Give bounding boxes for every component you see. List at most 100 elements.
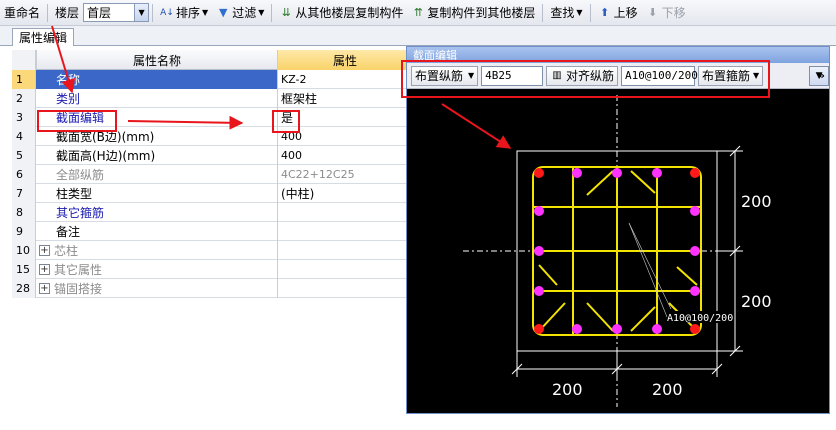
property-name: 其它箍筋 xyxy=(36,203,278,222)
long-bar-input[interactable]: 4B25 xyxy=(481,65,543,86)
header-corner xyxy=(12,50,36,70)
property-name: 截面高(H边)(mm) xyxy=(36,146,278,165)
table-row[interactable]: 1 名称 KZ-2 xyxy=(12,70,412,89)
section-drawing[interactable]: A10@100/200 200 200 200 200 xyxy=(407,89,829,413)
chevron-down-icon: ▼ xyxy=(202,8,209,17)
table-row[interactable]: 2 类别 框架柱 xyxy=(12,89,412,108)
table-row[interactable]: 10 + 芯柱 xyxy=(12,241,412,260)
stirrup-hook xyxy=(630,170,656,194)
table-row[interactable]: 8 其它箍筋 xyxy=(12,203,412,222)
find-button[interactable]: 查找 ▼ xyxy=(546,2,586,24)
move-up-button[interactable]: ⬆ 上移 xyxy=(594,2,642,24)
copy-to-floor-button[interactable]: ⇈ 复制构件到其他楼层 xyxy=(407,2,539,24)
property-value[interactable] xyxy=(278,279,412,298)
row-number: 10 xyxy=(12,241,36,260)
property-value[interactable] xyxy=(278,260,412,279)
property-value[interactable]: 是 xyxy=(278,108,412,127)
corner-bar xyxy=(690,324,700,334)
move-down-button[interactable]: ⬇ 下移 xyxy=(642,2,690,24)
toolbar-separator xyxy=(589,3,591,22)
property-value[interactable] xyxy=(278,241,412,260)
dim-label-bottom-left: 200 xyxy=(552,380,583,399)
main-toolbar: 重命名 楼层 首层 ▼ A↓ 排序 ▼ ▼ 过滤 ▼ ⇊ 从其他楼层复制构件 ⇈ 复… xyxy=(0,0,836,26)
place-long-bar-button[interactable]: 布置纵筋 ▼ xyxy=(411,65,479,86)
floor-label: 楼层 xyxy=(55,6,80,20)
expand-plus-icon[interactable]: + xyxy=(39,283,50,294)
side-bar xyxy=(690,206,700,216)
leader-line xyxy=(628,222,672,310)
property-name: + 锚固搭接 xyxy=(36,279,278,298)
row-number: 3 xyxy=(12,108,36,127)
column-header-value: 属性 xyxy=(278,50,412,70)
side-bar xyxy=(690,246,700,256)
row-number: 7 xyxy=(12,184,36,203)
table-row[interactable]: 6 全部纵筋 4C22+12C25 xyxy=(12,165,412,184)
stirrup-hook xyxy=(586,170,614,196)
table-row[interactable]: 15 + 其它属性 xyxy=(12,260,412,279)
place-stirrup-button[interactable]: 布置箍筋 ▼ xyxy=(698,65,764,86)
row-number: 2 xyxy=(12,89,36,108)
stirrup-hook xyxy=(676,266,698,286)
property-value[interactable]: (中柱) xyxy=(278,184,412,203)
stirrup-hook xyxy=(538,264,558,286)
expand-plus-icon[interactable]: + xyxy=(39,264,50,275)
property-value[interactable]: 400 xyxy=(278,127,412,146)
toolbar-separator xyxy=(47,3,49,22)
stirrup-group xyxy=(532,166,702,336)
table-row[interactable]: 3 截面编辑 是 xyxy=(12,108,412,127)
side-bar xyxy=(572,324,582,334)
floor-select[interactable]: 首层 ▼ xyxy=(83,3,150,22)
toolbar-separator xyxy=(542,3,544,22)
row-number: 5 xyxy=(12,146,36,165)
table-row[interactable]: 7 柱类型 (中柱) xyxy=(12,184,412,203)
dim-label-bottom-right: 200 xyxy=(652,380,683,399)
sort-az-icon: A↓ xyxy=(160,7,174,18)
chevron-down-icon: ▼ xyxy=(753,71,760,80)
property-value[interactable]: 4C22+12C25 xyxy=(278,165,412,184)
side-bar xyxy=(534,286,544,296)
property-name: 备注 xyxy=(36,222,278,241)
property-value[interactable]: 框架柱 xyxy=(278,89,412,108)
property-name: 截面宽(B边)(mm) xyxy=(36,127,278,146)
copy-to-icon: ⇈ xyxy=(413,6,423,19)
tab-property-edit[interactable]: 属性编辑 xyxy=(12,28,74,46)
expand-plus-icon[interactable]: + xyxy=(39,245,50,256)
table-row[interactable]: 9 备注 xyxy=(12,222,412,241)
editor-toolbar: 布置纵筋 ▼ 4B25 ▥ 对齐纵筋 A10@100/200 布置箍筋 ▼ ▼ xyxy=(407,63,829,89)
side-bar xyxy=(534,246,544,256)
chevron-down-icon: ▼ xyxy=(468,71,475,80)
section-editor-window: 截面编辑 布置纵筋 ▼ 4B25 ▥ 对齐纵筋 A10@100/200 布置箍筋… xyxy=(406,46,830,414)
property-name: + 芯柱 xyxy=(36,241,278,260)
copy-from-floor-button[interactable]: ⇊ 从其他楼层复制构件 xyxy=(275,2,407,24)
chevron-down-icon: ▼ xyxy=(576,8,583,17)
align-long-bar-button[interactable]: ▥ 对齐纵筋 xyxy=(545,65,618,86)
table-row[interactable]: 28 + 锚固搭接 xyxy=(12,279,412,298)
more-icon[interactable]: » xyxy=(818,69,825,82)
property-value[interactable] xyxy=(278,222,412,241)
stirrup-type-select[interactable] xyxy=(766,66,806,86)
side-bar xyxy=(690,286,700,296)
filter-icon: ▼ xyxy=(218,6,228,19)
property-value[interactable]: 400 xyxy=(278,146,412,165)
row-number: 15 xyxy=(12,260,36,279)
stirrup-label: A10@100/200 xyxy=(667,313,733,324)
property-name: 类别 xyxy=(36,89,278,108)
filter-button[interactable]: ▼ 过滤 ▼ xyxy=(212,2,268,24)
table-row[interactable]: 5 截面高(H边)(mm) 400 xyxy=(12,146,412,165)
grid-header: 属性名称 属性 xyxy=(12,50,412,70)
property-value[interactable] xyxy=(278,203,412,222)
leader-line xyxy=(628,222,668,318)
side-bar xyxy=(572,168,582,178)
side-bar xyxy=(612,168,622,178)
rename-button[interactable]: 重命名 xyxy=(0,2,44,24)
row-number: 9 xyxy=(12,222,36,241)
property-name: 名称 xyxy=(36,70,278,89)
property-value[interactable]: KZ-2 xyxy=(278,70,412,89)
stirrup-input[interactable]: A10@100/200 xyxy=(621,65,698,86)
sort-button[interactable]: A↓ 排序 ▼ xyxy=(156,2,212,24)
side-bar xyxy=(534,206,544,216)
chevron-down-icon[interactable]: ▼ xyxy=(134,4,149,21)
table-row[interactable]: 4 截面宽(B边)(mm) 400 xyxy=(12,127,412,146)
align-bars-icon: ▥ xyxy=(552,70,562,81)
window-title[interactable]: 截面编辑 xyxy=(407,47,829,63)
